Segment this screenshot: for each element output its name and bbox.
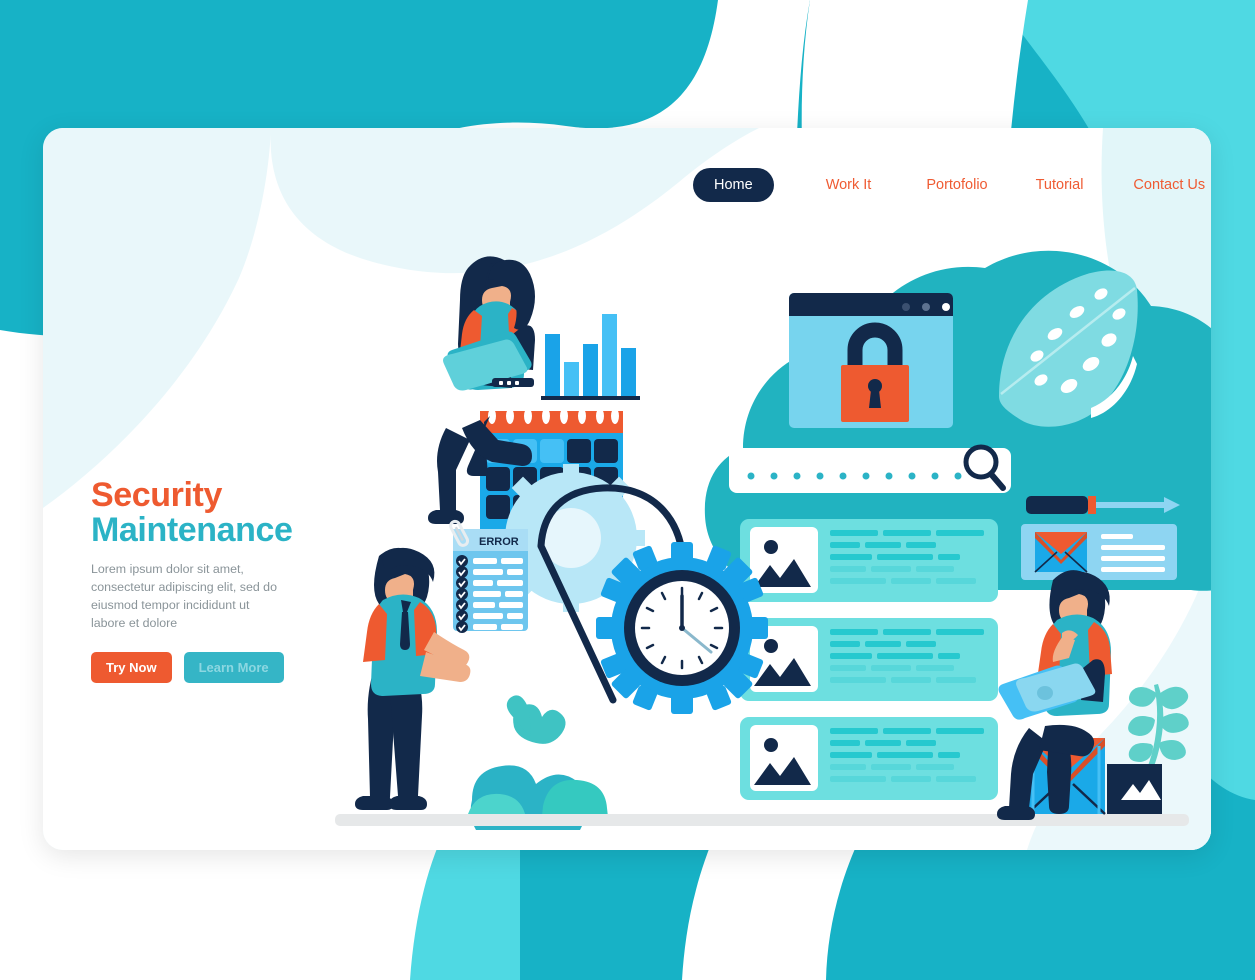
clock-gear	[596, 542, 768, 714]
page-title-line-1: Security	[91, 476, 222, 514]
error-checklist: ERROR	[449, 519, 528, 633]
search-bar	[729, 444, 1011, 493]
nav-item-tutorial[interactable]: Tutorial	[1036, 177, 1084, 193]
image-thumbnail-card	[1107, 764, 1162, 814]
window-dot-2	[922, 303, 930, 311]
learn-more-button[interactable]: Learn More	[183, 651, 284, 683]
hero-button-group: Try Now Learn More	[91, 651, 361, 683]
content-card	[740, 618, 998, 701]
try-now-button[interactable]: Try Now	[91, 651, 172, 683]
nav-item-home[interactable]: Home	[693, 168, 774, 202]
hero-paragraph: Lorem ipsum dolor sit amet, consectetur …	[91, 562, 277, 630]
page-title-line-2: Maintenance	[91, 511, 293, 550]
hero-text-block: Security Maintenance Lorem ipsum dolor s…	[91, 476, 361, 683]
nav-item-contact-us[interactable]: Contact Us	[1133, 177, 1205, 193]
nav-item-work-it[interactable]: Work It	[826, 177, 872, 193]
browser-window-with-lock	[789, 293, 953, 428]
nav-item-portofolio[interactable]: Portofolio	[926, 177, 987, 193]
window-dot-1	[902, 303, 910, 311]
page-title: Security Maintenance	[91, 476, 361, 550]
content-card-list	[740, 519, 998, 800]
envelope-icon	[1034, 532, 1088, 573]
page-root: ERROR Home Work It Portofolio Tutorial C…	[0, 0, 1255, 980]
main-navigation: Home Work It Portofolio Tutorial Contact…	[693, 168, 1205, 202]
ground-bar	[335, 814, 1189, 826]
bar-chart	[541, 314, 640, 400]
content-card	[740, 717, 998, 800]
content-card	[740, 519, 998, 602]
error-label: ERROR	[479, 536, 519, 548]
window-dot-3	[942, 303, 950, 311]
man-on-envelope-with-laptop	[997, 570, 1189, 820]
bushes	[466, 695, 609, 830]
